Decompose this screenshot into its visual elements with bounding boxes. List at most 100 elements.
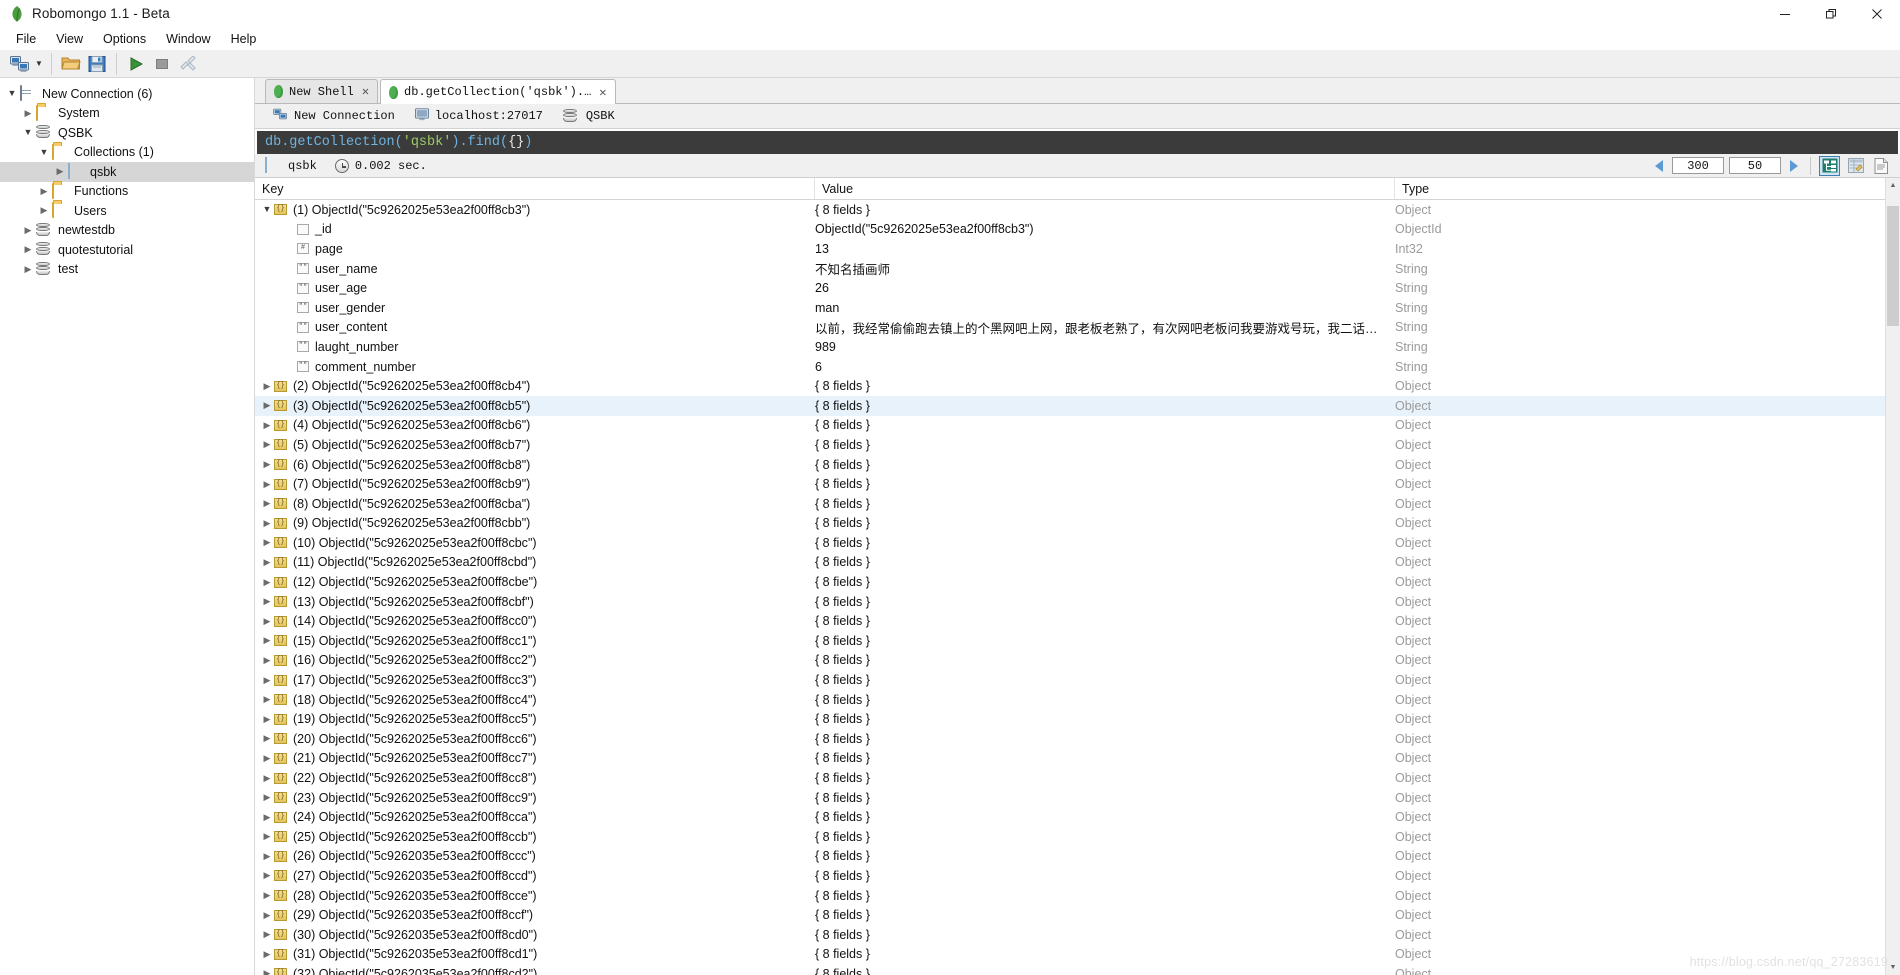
sidebar-item-collections[interactable]: ▼ Collections (1)	[0, 143, 254, 163]
table-row[interactable]: ▶{} (7) ObjectId("5c9262025e53ea2f00ff8cb…	[255, 474, 1900, 494]
prev-page-button[interactable]	[1651, 158, 1667, 174]
chevron-right-icon[interactable]: ▶	[260, 636, 274, 645]
sidebar-item-users[interactable]: ▶ Users	[0, 201, 254, 221]
table-row[interactable]: ▶{} (26) ObjectId("5c9262035e53ea2f00ff8c…	[255, 847, 1900, 867]
table-row-field[interactable]: "" user_content 以前，我经常偷偷跑去镇上的个黑网吧上网，跟老板老…	[255, 318, 1900, 338]
chevron-right-icon[interactable]: ▶	[260, 616, 274, 626]
table-row[interactable]: ▶{} (8) ObjectId("5c9262025e53ea2f00ff8cb…	[255, 494, 1900, 514]
chevron-right-icon[interactable]: ▶	[20, 240, 36, 259]
play-triangle-icon[interactable]	[123, 52, 149, 76]
table-row-field[interactable]: "" user_age 26 String	[255, 278, 1900, 298]
table-row[interactable]: ▶{} (11) ObjectId("5c9262025e53ea2f00ff8c…	[255, 553, 1900, 573]
sidebar-item-qsbk-collection[interactable]: ▶ qsbk	[0, 162, 254, 182]
table-row[interactable]: ▶{} (18) ObjectId("5c9262025e53ea2f00ff8c…	[255, 690, 1900, 710]
chevron-down-icon[interactable]: ▼	[36, 143, 52, 162]
chevron-right-icon[interactable]: ▶	[260, 851, 274, 861]
chevron-right-icon[interactable]: ▶	[260, 420, 274, 430]
column-header-key[interactable]: Key	[255, 178, 815, 199]
table-row[interactable]: ▶{} (12) ObjectId("5c9262025e53ea2f00ff8c…	[255, 572, 1900, 592]
chevron-right-icon[interactable]: ▶	[260, 381, 274, 391]
chevron-right-icon[interactable]: ▶	[260, 871, 274, 880]
column-header-value[interactable]: Value	[815, 178, 1395, 199]
table-row[interactable]: ▶{} (3) ObjectId("5c9262025e53ea2f00ff8cb…	[255, 395, 1900, 416]
tab-query-qsbk[interactable]: db.getCollection('qsbk').… ✕	[380, 79, 616, 104]
chevron-right-icon[interactable]: ▶	[260, 832, 274, 841]
text-view-icon[interactable]	[1871, 156, 1892, 176]
menu-view[interactable]: View	[46, 30, 93, 48]
chevron-right-icon[interactable]: ▶	[20, 221, 36, 240]
table-row[interactable]: ▶{} (22) ObjectId("5c9262025e53ea2f00ff8c…	[255, 768, 1900, 788]
table-row-field[interactable]: "" laught_number 989 String	[255, 337, 1900, 357]
chevron-right-icon[interactable]: ▶	[260, 949, 274, 959]
table-row[interactable]: ▶{} (23) ObjectId("5c9262025e53ea2f00ff8c…	[255, 788, 1900, 808]
chevron-right-icon[interactable]: ▶	[36, 201, 52, 220]
connection-selector[interactable]: New Connection	[267, 108, 401, 125]
computers-connect-icon[interactable]	[7, 52, 33, 76]
chevron-down-icon[interactable]: ▼	[260, 205, 274, 214]
table-row[interactable]: ▶{} (16) ObjectId("5c9262025e53ea2f00ff8c…	[255, 651, 1900, 671]
chevron-down-icon[interactable]: ▼	[20, 123, 36, 142]
chevron-right-icon[interactable]: ▶	[260, 714, 274, 724]
chevron-right-icon[interactable]: ▶	[260, 460, 274, 469]
minimize-button[interactable]	[1762, 0, 1808, 28]
sidebar-item-system[interactable]: ▶ System	[0, 104, 254, 124]
close-icon[interactable]: ✕	[599, 85, 606, 100]
tab-new-shell[interactable]: New Shell ✕	[265, 79, 379, 103]
chevron-right-icon[interactable]: ▶	[260, 499, 274, 508]
table-row[interactable]: ▶{} (15) ObjectId("5c9262025e53ea2f00ff8c…	[255, 631, 1900, 651]
chevron-right-icon[interactable]: ▶	[260, 538, 274, 547]
chevron-right-icon[interactable]: ▶	[260, 557, 274, 567]
chevron-right-icon[interactable]: ▶	[260, 734, 274, 743]
table-row[interactable]: ▶{} (2) ObjectId("5c9262025e53ea2f00ff8cb…	[255, 376, 1900, 396]
table-row[interactable]: ▶{} (20) ObjectId("5c9262025e53ea2f00ff8c…	[255, 729, 1900, 749]
table-row[interactable]: ▶{} (9) ObjectId("5c9262025e53ea2f00ff8cb…	[255, 514, 1900, 534]
vertical-scrollbar[interactable]: ▲ ▼	[1885, 178, 1900, 975]
chevron-right-icon[interactable]: ▶	[20, 260, 36, 279]
sidebar-item-new-connection[interactable]: ▼ New Connection (6)	[0, 84, 254, 104]
table-row[interactable]: ▶{} (24) ObjectId("5c9262025e53ea2f00ff8c…	[255, 807, 1900, 827]
maximize-restore-button[interactable]	[1808, 0, 1854, 28]
chevron-right-icon[interactable]: ▶	[260, 910, 274, 920]
sidebar-item-quotestutorial[interactable]: ▶ quotestutorial	[0, 240, 254, 260]
chevron-right-icon[interactable]: ▶	[20, 104, 36, 123]
database-selector[interactable]: QSBK	[557, 108, 621, 124]
explorer-sidebar[interactable]: ▼ New Connection (6) ▶ System ▼ QSBK ▼ C…	[0, 78, 255, 975]
chevron-down-icon[interactable]: ▼	[33, 52, 45, 76]
sidebar-item-newtestdb[interactable]: ▶ newtestdb	[0, 221, 254, 241]
chevron-down-icon[interactable]: ▼	[4, 84, 20, 103]
chevron-right-icon[interactable]: ▶	[260, 930, 274, 939]
chevron-right-icon[interactable]: ▶	[260, 675, 274, 685]
chevron-right-icon[interactable]: ▶	[260, 577, 274, 587]
query-editor[interactable]: db.getCollection('qsbk').find({})	[257, 131, 1898, 154]
chevron-right-icon[interactable]: ▶	[260, 773, 274, 783]
chevron-right-icon[interactable]: ▶	[36, 182, 52, 201]
chevron-right-icon[interactable]: ▶	[260, 969, 274, 975]
sidebar-item-functions[interactable]: ▶ Functions	[0, 182, 254, 202]
table-row[interactable]: ▶{} (14) ObjectId("5c9262025e53ea2f00ff8c…	[255, 611, 1900, 631]
chevron-right-icon[interactable]: ▶	[260, 753, 274, 763]
chevron-right-icon[interactable]: ▶	[260, 793, 274, 802]
table-row[interactable]: ▶{} (5) ObjectId("5c9262025e53ea2f00ff8cb…	[255, 435, 1900, 455]
close-button[interactable]	[1854, 0, 1900, 28]
table-row[interactable]: ▶{} (19) ObjectId("5c9262025e53ea2f00ff8c…	[255, 709, 1900, 729]
chevron-right-icon[interactable]: ▶	[260, 597, 274, 606]
page-size-input[interactable]: 50	[1729, 157, 1781, 174]
table-row[interactable]: ▶{} (31) ObjectId("5c9262035e53ea2f00ff8c…	[255, 945, 1900, 965]
scrollbar-thumb[interactable]	[1887, 206, 1899, 326]
menu-help[interactable]: Help	[221, 30, 267, 48]
menu-window[interactable]: Window	[156, 30, 220, 48]
floppy-disk-icon[interactable]	[84, 52, 110, 76]
table-row[interactable]: ▶{} (4) ObjectId("5c9262025e53ea2f00ff8cb…	[255, 416, 1900, 436]
table-row[interactable]: ▶{} (29) ObjectId("5c9262035e53ea2f00ff8c…	[255, 905, 1900, 925]
menu-options[interactable]: Options	[93, 30, 156, 48]
refresh-arrows-icon[interactable]	[175, 52, 201, 76]
chevron-right-icon[interactable]: ▶	[260, 401, 274, 410]
table-row[interactable]: ▶{} (10) ObjectId("5c9262025e53ea2f00ff8c…	[255, 533, 1900, 553]
table-row[interactable]: ▶{} (27) ObjectId("5c9262035e53ea2f00ff8c…	[255, 866, 1900, 886]
table-view-icon[interactable]	[1845, 156, 1866, 176]
table-row-field[interactable]: "" comment_number 6 String	[255, 357, 1900, 377]
chevron-right-icon[interactable]: ▶	[260, 655, 274, 665]
table-row[interactable]: ▶{} (28) ObjectId("5c9262035e53ea2f00ff8c…	[255, 886, 1900, 906]
table-row-field[interactable]: "" user_gender man String	[255, 298, 1900, 318]
batch-size-input[interactable]: 300	[1672, 157, 1724, 174]
